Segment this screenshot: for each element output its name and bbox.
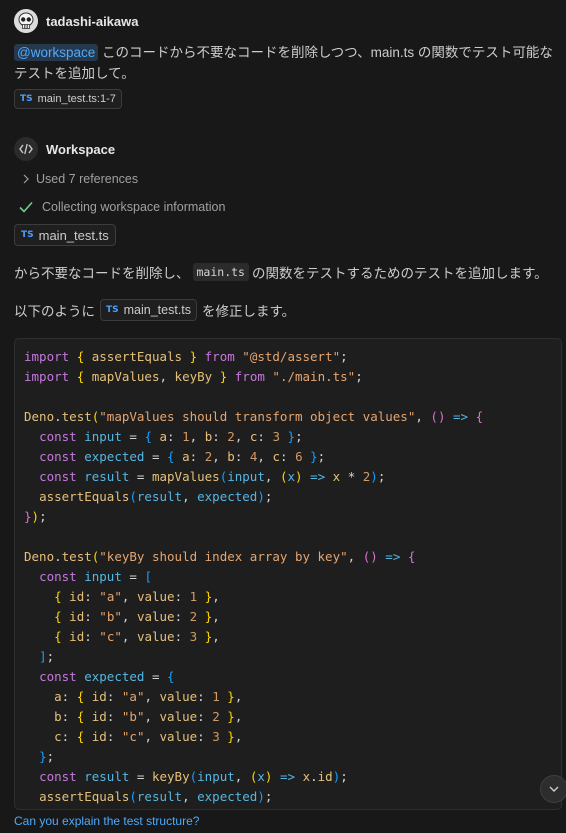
scroll-down-button[interactable]	[540, 775, 566, 803]
chevron-down-icon	[549, 786, 559, 792]
chevron-right-icon	[23, 174, 29, 184]
response-text: を修正します。	[202, 304, 296, 319]
followup-suggestion-link[interactable]: Can you explain the test structure?	[14, 814, 199, 828]
workspace-mention[interactable]: @workspace	[14, 44, 99, 61]
agent-header: Workspace	[14, 137, 115, 161]
username: tadashi-aikawa	[46, 13, 139, 29]
code-block[interactable]: import { assertEquals } from "@std/asser…	[14, 338, 562, 810]
file-chip-label: main_test.ts	[123, 303, 192, 317]
file-chip-main-test-inline[interactable]: TS main_test.ts	[100, 299, 198, 321]
reference-label: main_test.ts:1-7	[37, 93, 116, 105]
prompt-reference-chip[interactable]: TS main_test.ts:1-7	[14, 89, 122, 109]
used-references-label: Used 7 references	[36, 172, 139, 186]
code-brackets-icon	[14, 137, 38, 161]
used-references-toggle[interactable]: Used 7 references	[20, 172, 138, 186]
typescript-file-icon: TS	[20, 94, 33, 104]
typescript-file-icon: TS	[21, 230, 34, 240]
response-line-1: から不要なコードを削除し、 main.ts の関数をテストするためのテストを追加…	[14, 262, 548, 282]
file-chip-label: main_test.ts	[38, 227, 109, 243]
response-line-2: 以下のように TS main_test.ts を修正します。	[14, 299, 295, 321]
user-prompt: @workspace このコードから不要なコードを削除しつつ、main.ts の…	[14, 42, 554, 84]
response-text: 以下のように	[14, 304, 95, 319]
check-icon	[19, 201, 33, 213]
avatar	[14, 9, 38, 33]
user-header: tadashi-aikawa	[14, 9, 139, 33]
collecting-label: Collecting workspace information	[42, 200, 226, 214]
skull-avatar-icon	[14, 9, 38, 33]
response-text: の関数をテストするためのテストを追加します。	[251, 266, 548, 281]
typescript-file-icon: TS	[106, 305, 119, 315]
file-chip-main-test[interactable]: TS main_test.ts	[14, 224, 116, 246]
agent-name: Workspace	[46, 141, 116, 157]
inline-code-main-ts: main.ts	[192, 263, 249, 281]
collecting-status: Collecting workspace information	[18, 199, 225, 215]
response-text: から不要なコードを削除し、	[14, 266, 190, 281]
code-content: import { assertEquals } from "@std/asser…	[24, 349, 484, 804]
